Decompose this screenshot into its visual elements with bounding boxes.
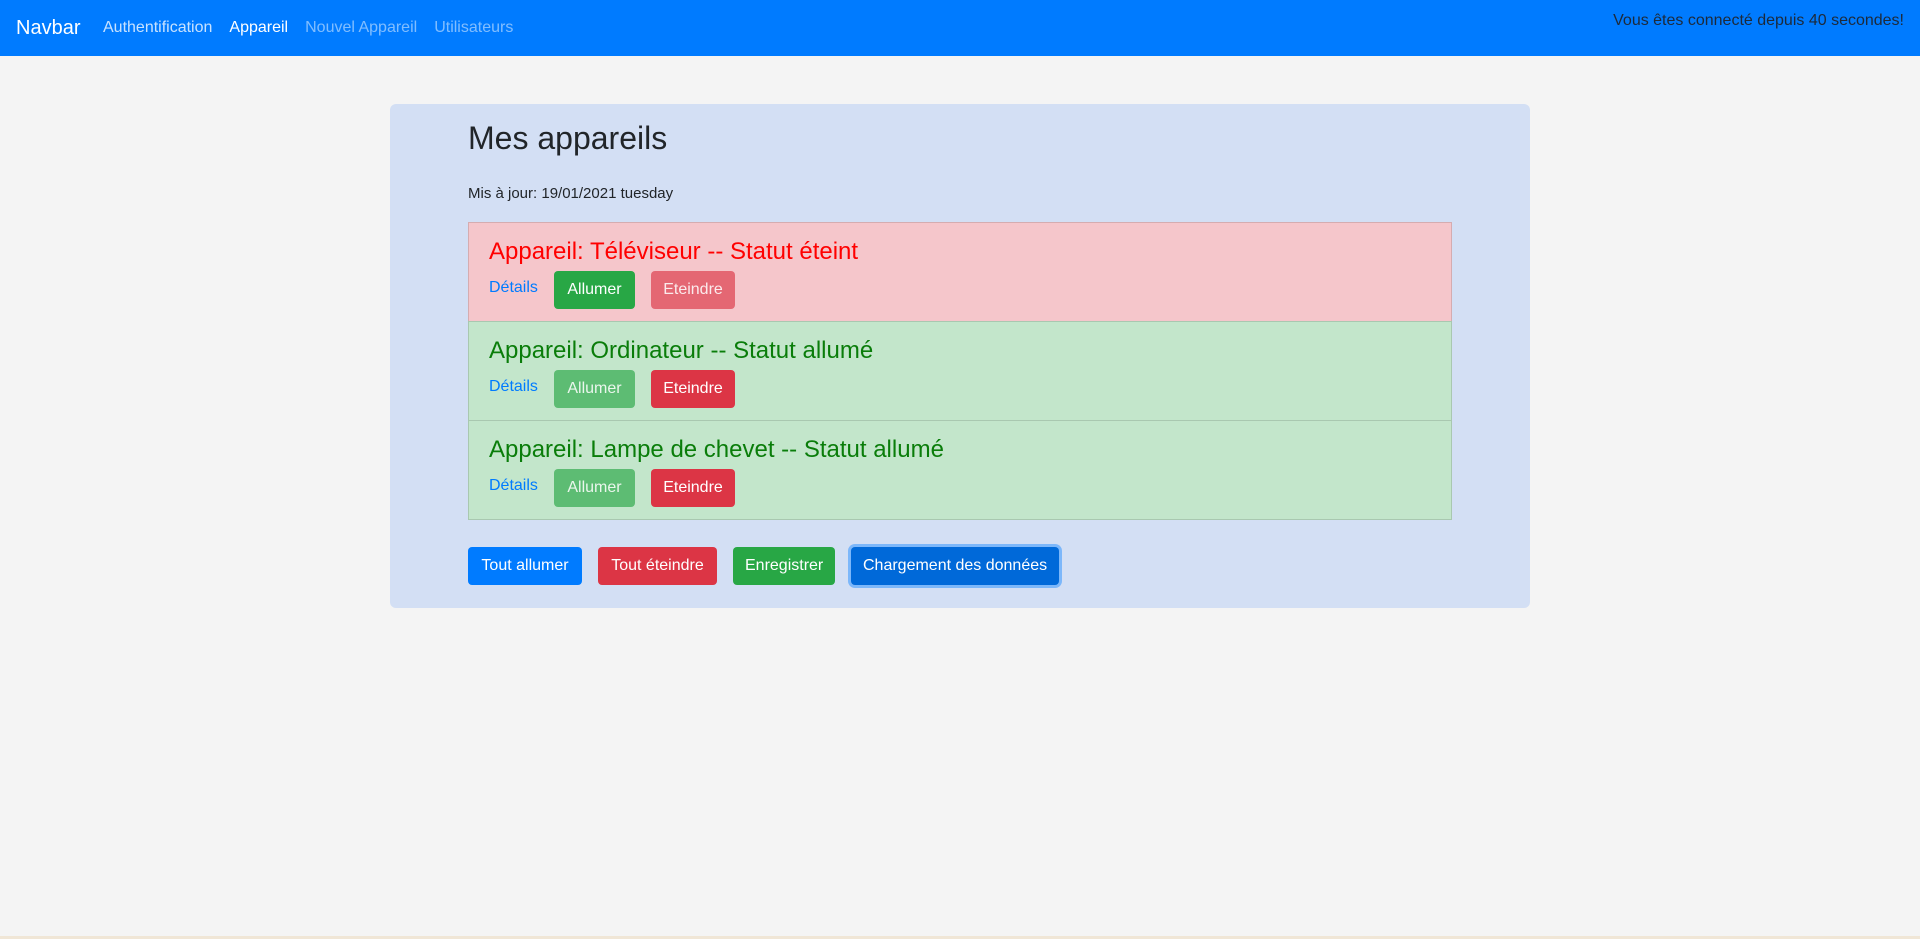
- device-item-lampe-de-chevet: Appareil: Lampe de chevet -- Statut allu…: [468, 420, 1452, 520]
- device-title: Appareil: Lampe de chevet -- Statut allu…: [489, 436, 944, 463]
- enregistrer-button[interactable]: Enregistrer: [733, 547, 835, 585]
- nav-link-authentification[interactable]: Authentification: [103, 18, 212, 38]
- eteindre-button[interactable]: Eteindre: [651, 370, 735, 408]
- navbar: Navbar Authentification Appareil Nouvel …: [0, 0, 1920, 56]
- page-title: Mes appareils: [468, 120, 668, 156]
- nav-link-appareil[interactable]: Appareil: [229, 18, 288, 38]
- details-link[interactable]: Détails: [489, 377, 538, 397]
- device-title: Appareil: Ordinateur -- Statut allumé: [489, 337, 874, 364]
- allumer-button[interactable]: Allumer: [554, 469, 635, 507]
- details-link[interactable]: Détails: [489, 278, 538, 298]
- tout-allumer-button[interactable]: Tout allumer: [468, 547, 582, 585]
- eteindre-button[interactable]: Eteindre: [651, 271, 735, 309]
- device-item-televiseur: Appareil: Téléviseur -- Statut éteint Dé…: [468, 222, 1452, 322]
- device-list: Appareil: Téléviseur -- Statut éteint Dé…: [468, 222, 1452, 520]
- navbar-brand[interactable]: Navbar: [16, 16, 80, 40]
- allumer-button[interactable]: Allumer: [554, 370, 635, 408]
- nav-links: Authentification Appareil Nouvel Apparei…: [103, 18, 513, 38]
- nav-link-nouvel-appareil[interactable]: Nouvel Appareil: [305, 18, 417, 38]
- eteindre-button[interactable]: Eteindre: [651, 469, 735, 507]
- allumer-button[interactable]: Allumer: [554, 271, 635, 309]
- connection-status: Vous êtes connecté depuis 40 secondes!: [1613, 12, 1904, 29]
- tout-eteindre-button[interactable]: Tout éteindre: [598, 547, 717, 585]
- device-item-ordinateur: Appareil: Ordinateur -- Statut allumé Dé…: [468, 321, 1452, 421]
- devices-panel: Mes appareils Mis à jour: 19/01/2021 tue…: [390, 104, 1530, 608]
- details-link[interactable]: Détails: [489, 476, 538, 496]
- chargement-button[interactable]: Chargement des données: [851, 547, 1059, 585]
- last-updated: Mis à jour: 19/01/2021 tuesday: [468, 185, 674, 202]
- nav-link-utilisateurs[interactable]: Utilisateurs: [434, 18, 513, 38]
- device-title: Appareil: Téléviseur -- Statut éteint: [489, 238, 859, 265]
